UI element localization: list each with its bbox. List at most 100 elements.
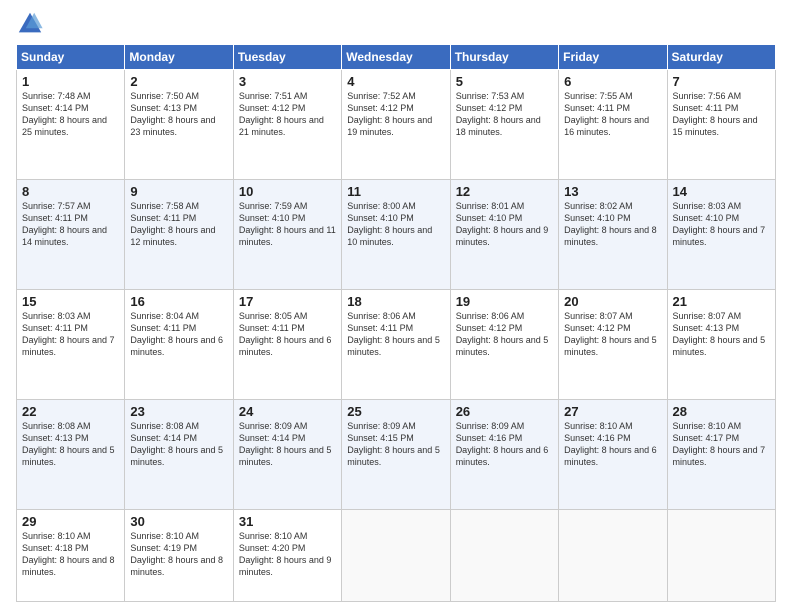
calendar-cell: 23 Sunrise: 8:08 AMSunset: 4:14 PMDaylig…	[125, 400, 233, 510]
calendar-cell: 29 Sunrise: 8:10 AMSunset: 4:18 PMDaylig…	[17, 510, 125, 602]
day-detail: Sunrise: 8:07 AMSunset: 4:12 PMDaylight:…	[564, 311, 657, 357]
calendar-cell: 25 Sunrise: 8:09 AMSunset: 4:15 PMDaylig…	[342, 400, 450, 510]
day-detail: Sunrise: 8:10 AMSunset: 4:17 PMDaylight:…	[673, 421, 766, 467]
day-detail: Sunrise: 7:48 AMSunset: 4:14 PMDaylight:…	[22, 91, 107, 137]
day-detail: Sunrise: 8:08 AMSunset: 4:14 PMDaylight:…	[130, 421, 223, 467]
day-detail: Sunrise: 8:01 AMSunset: 4:10 PMDaylight:…	[456, 201, 549, 247]
header	[16, 10, 776, 38]
day-number: 28	[673, 404, 770, 419]
day-detail: Sunrise: 7:59 AMSunset: 4:10 PMDaylight:…	[239, 201, 336, 247]
day-detail: Sunrise: 7:52 AMSunset: 4:12 PMDaylight:…	[347, 91, 432, 137]
day-number: 3	[239, 74, 336, 89]
calendar-cell: 16 Sunrise: 8:04 AMSunset: 4:11 PMDaylig…	[125, 290, 233, 400]
calendar-cell: 20 Sunrise: 8:07 AMSunset: 4:12 PMDaylig…	[559, 290, 667, 400]
calendar-week-row: 8 Sunrise: 7:57 AMSunset: 4:11 PMDayligh…	[17, 180, 776, 290]
day-detail: Sunrise: 8:09 AMSunset: 4:14 PMDaylight:…	[239, 421, 332, 467]
day-number: 21	[673, 294, 770, 309]
day-number: 23	[130, 404, 227, 419]
day-detail: Sunrise: 8:06 AMSunset: 4:12 PMDaylight:…	[456, 311, 549, 357]
day-number: 9	[130, 184, 227, 199]
day-detail: Sunrise: 8:10 AMSunset: 4:19 PMDaylight:…	[130, 531, 223, 577]
day-number: 19	[456, 294, 553, 309]
calendar-cell: 13 Sunrise: 8:02 AMSunset: 4:10 PMDaylig…	[559, 180, 667, 290]
day-detail: Sunrise: 8:03 AMSunset: 4:11 PMDaylight:…	[22, 311, 115, 357]
day-detail: Sunrise: 8:04 AMSunset: 4:11 PMDaylight:…	[130, 311, 223, 357]
day-header-thursday: Thursday	[450, 45, 558, 70]
calendar-cell: 1 Sunrise: 7:48 AMSunset: 4:14 PMDayligh…	[17, 70, 125, 180]
calendar-cell	[667, 510, 775, 602]
day-number: 11	[347, 184, 444, 199]
calendar-cell: 11 Sunrise: 8:00 AMSunset: 4:10 PMDaylig…	[342, 180, 450, 290]
calendar-cell: 7 Sunrise: 7:56 AMSunset: 4:11 PMDayligh…	[667, 70, 775, 180]
day-number: 12	[456, 184, 553, 199]
day-header-wednesday: Wednesday	[342, 45, 450, 70]
calendar-cell: 4 Sunrise: 7:52 AMSunset: 4:12 PMDayligh…	[342, 70, 450, 180]
day-number: 24	[239, 404, 336, 419]
day-header-sunday: Sunday	[17, 45, 125, 70]
calendar-cell: 21 Sunrise: 8:07 AMSunset: 4:13 PMDaylig…	[667, 290, 775, 400]
day-number: 7	[673, 74, 770, 89]
calendar-cell: 24 Sunrise: 8:09 AMSunset: 4:14 PMDaylig…	[233, 400, 341, 510]
day-detail: Sunrise: 7:55 AMSunset: 4:11 PMDaylight:…	[564, 91, 649, 137]
day-detail: Sunrise: 8:03 AMSunset: 4:10 PMDaylight:…	[673, 201, 766, 247]
day-number: 20	[564, 294, 661, 309]
calendar-cell	[450, 510, 558, 602]
calendar-cell: 6 Sunrise: 7:55 AMSunset: 4:11 PMDayligh…	[559, 70, 667, 180]
day-detail: Sunrise: 7:53 AMSunset: 4:12 PMDaylight:…	[456, 91, 541, 137]
day-number: 30	[130, 514, 227, 529]
day-number: 1	[22, 74, 119, 89]
day-detail: Sunrise: 7:57 AMSunset: 4:11 PMDaylight:…	[22, 201, 107, 247]
calendar-cell: 22 Sunrise: 8:08 AMSunset: 4:13 PMDaylig…	[17, 400, 125, 510]
calendar-table: SundayMondayTuesdayWednesdayThursdayFrid…	[16, 44, 776, 602]
calendar-week-row: 22 Sunrise: 8:08 AMSunset: 4:13 PMDaylig…	[17, 400, 776, 510]
calendar-cell	[559, 510, 667, 602]
logo-icon	[16, 10, 44, 38]
day-number: 25	[347, 404, 444, 419]
day-detail: Sunrise: 8:07 AMSunset: 4:13 PMDaylight:…	[673, 311, 766, 357]
day-number: 10	[239, 184, 336, 199]
calendar-cell: 9 Sunrise: 7:58 AMSunset: 4:11 PMDayligh…	[125, 180, 233, 290]
day-detail: Sunrise: 8:06 AMSunset: 4:11 PMDaylight:…	[347, 311, 440, 357]
day-number: 29	[22, 514, 119, 529]
calendar-cell: 28 Sunrise: 8:10 AMSunset: 4:17 PMDaylig…	[667, 400, 775, 510]
calendar-cell: 12 Sunrise: 8:01 AMSunset: 4:10 PMDaylig…	[450, 180, 558, 290]
day-detail: Sunrise: 7:51 AMSunset: 4:12 PMDaylight:…	[239, 91, 324, 137]
day-number: 17	[239, 294, 336, 309]
day-number: 13	[564, 184, 661, 199]
calendar-cell: 26 Sunrise: 8:09 AMSunset: 4:16 PMDaylig…	[450, 400, 558, 510]
day-detail: Sunrise: 7:50 AMSunset: 4:13 PMDaylight:…	[130, 91, 215, 137]
calendar-cell: 18 Sunrise: 8:06 AMSunset: 4:11 PMDaylig…	[342, 290, 450, 400]
calendar-cell: 31 Sunrise: 8:10 AMSunset: 4:20 PMDaylig…	[233, 510, 341, 602]
calendar-cell	[342, 510, 450, 602]
calendar-week-row: 29 Sunrise: 8:10 AMSunset: 4:18 PMDaylig…	[17, 510, 776, 602]
day-detail: Sunrise: 8:10 AMSunset: 4:20 PMDaylight:…	[239, 531, 332, 577]
calendar-week-row: 1 Sunrise: 7:48 AMSunset: 4:14 PMDayligh…	[17, 70, 776, 180]
day-detail: Sunrise: 8:05 AMSunset: 4:11 PMDaylight:…	[239, 311, 332, 357]
day-number: 27	[564, 404, 661, 419]
calendar-cell: 5 Sunrise: 7:53 AMSunset: 4:12 PMDayligh…	[450, 70, 558, 180]
calendar-page: SundayMondayTuesdayWednesdayThursdayFrid…	[0, 0, 792, 612]
day-header-monday: Monday	[125, 45, 233, 70]
day-detail: Sunrise: 8:08 AMSunset: 4:13 PMDaylight:…	[22, 421, 115, 467]
calendar-cell: 17 Sunrise: 8:05 AMSunset: 4:11 PMDaylig…	[233, 290, 341, 400]
logo	[16, 10, 49, 38]
calendar-week-row: 15 Sunrise: 8:03 AMSunset: 4:11 PMDaylig…	[17, 290, 776, 400]
calendar-cell: 30 Sunrise: 8:10 AMSunset: 4:19 PMDaylig…	[125, 510, 233, 602]
day-number: 4	[347, 74, 444, 89]
day-number: 22	[22, 404, 119, 419]
day-detail: Sunrise: 8:00 AMSunset: 4:10 PMDaylight:…	[347, 201, 432, 247]
day-detail: Sunrise: 8:09 AMSunset: 4:15 PMDaylight:…	[347, 421, 440, 467]
day-number: 6	[564, 74, 661, 89]
day-detail: Sunrise: 7:58 AMSunset: 4:11 PMDaylight:…	[130, 201, 215, 247]
day-number: 18	[347, 294, 444, 309]
day-number: 5	[456, 74, 553, 89]
day-header-tuesday: Tuesday	[233, 45, 341, 70]
day-detail: Sunrise: 8:10 AMSunset: 4:16 PMDaylight:…	[564, 421, 657, 467]
calendar-cell: 8 Sunrise: 7:57 AMSunset: 4:11 PMDayligh…	[17, 180, 125, 290]
calendar-cell: 15 Sunrise: 8:03 AMSunset: 4:11 PMDaylig…	[17, 290, 125, 400]
day-number: 15	[22, 294, 119, 309]
day-number: 16	[130, 294, 227, 309]
day-header-saturday: Saturday	[667, 45, 775, 70]
calendar-cell: 14 Sunrise: 8:03 AMSunset: 4:10 PMDaylig…	[667, 180, 775, 290]
day-header-friday: Friday	[559, 45, 667, 70]
